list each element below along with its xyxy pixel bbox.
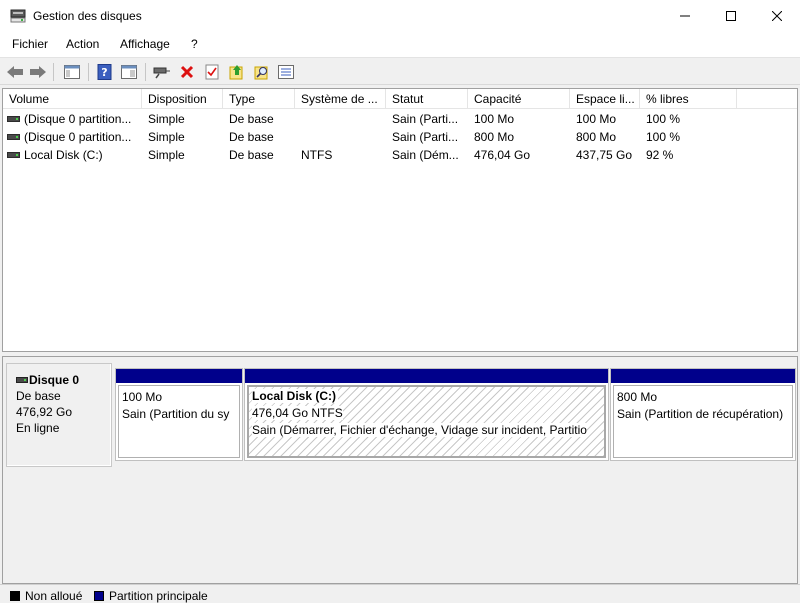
list-row[interactable]: Local Disk (C:) Simple De base NTFS Sain… xyxy=(3,146,797,164)
cell-disposition: Simple xyxy=(148,112,185,126)
column-disposition[interactable]: Disposition xyxy=(142,89,223,109)
window-title: Gestion des disques xyxy=(33,9,142,23)
partition-bar xyxy=(245,369,608,383)
volume-list: Volume Disposition Type Système de ... S… xyxy=(2,88,798,352)
search-icon[interactable] xyxy=(252,62,272,82)
partition-size: 800 Mo xyxy=(617,390,658,404)
maximize-button[interactable] xyxy=(708,0,754,32)
partition-status: Sain (Démarrer, Fichier d'échange, Vidag… xyxy=(252,423,587,437)
cell-percent-free: 100 % xyxy=(646,112,681,126)
forward-arrow-icon[interactable] xyxy=(28,62,48,82)
menu-action[interactable]: Action xyxy=(66,37,99,51)
column-free-space[interactable]: Espace li... xyxy=(570,89,640,109)
console-tree-icon[interactable] xyxy=(62,62,82,82)
cell-type: De base xyxy=(229,148,274,162)
cell-volume: (Disque 0 partition... xyxy=(24,112,132,126)
volume-icon xyxy=(7,115,20,122)
disk-0-info[interactable]: Disque 0 De base 476,92 Go En ligne xyxy=(6,363,112,467)
check-icon[interactable] xyxy=(202,62,222,82)
back-arrow-icon[interactable] xyxy=(5,62,25,82)
column-capacity[interactable]: Capacité xyxy=(468,89,570,109)
close-button[interactable] xyxy=(754,0,800,32)
cell-status: Sain (Dém... xyxy=(392,148,459,162)
cell-volume: Local Disk (C:) xyxy=(24,148,103,162)
partition-bar xyxy=(116,369,242,383)
menu-bar: Fichier Action Affichage ? xyxy=(0,32,800,57)
cell-filesystem: NTFS xyxy=(301,148,333,162)
column-filesystem[interactable]: Système de ... xyxy=(295,89,386,109)
cell-percent-free: 92 % xyxy=(646,148,674,162)
disk-graphical-view: Disque 0 De base 476,92 Go En ligne 100 … xyxy=(2,356,798,584)
volume-icon xyxy=(7,133,20,140)
partition-size: 476,04 Go NTFS xyxy=(252,406,343,420)
partition-bar xyxy=(611,369,795,383)
column-volume[interactable]: Volume xyxy=(3,89,142,109)
close-icon xyxy=(772,11,782,21)
disk-type: De base xyxy=(16,389,61,403)
cell-capacity: 476,04 Go xyxy=(474,148,531,162)
menu-affichage[interactable]: Affichage xyxy=(120,37,170,51)
cell-capacity: 800 Mo xyxy=(474,130,515,144)
toolbar-separator xyxy=(145,63,146,81)
partition-local-disk-c[interactable]: Local Disk (C:) 476,04 Go NTFS Sain (Dém… xyxy=(244,368,609,461)
title-bar: Gestion des disques xyxy=(0,0,800,32)
minimize-button[interactable] xyxy=(662,0,708,32)
toolbar-separator xyxy=(88,63,89,81)
cell-free-space: 437,75 Go xyxy=(576,148,633,162)
toolbar-separator xyxy=(53,63,54,81)
partition-status: Sain (Partition de récupération) xyxy=(617,407,784,421)
legend: Non alloué Partition principale xyxy=(0,584,800,603)
cell-status: Sain (Parti... xyxy=(392,130,459,144)
cell-type: De base xyxy=(229,130,274,144)
export-icon[interactable] xyxy=(227,62,247,82)
column-percent-free[interactable]: % libres xyxy=(640,89,737,109)
cell-type: De base xyxy=(229,112,274,126)
column-status[interactable]: Statut xyxy=(386,89,468,109)
disk-icon xyxy=(16,373,28,387)
pane-splitter[interactable] xyxy=(0,352,800,355)
menu-fichier[interactable]: Fichier xyxy=(12,37,48,51)
cell-percent-free: 100 % xyxy=(646,130,681,144)
list-icon[interactable] xyxy=(276,62,296,82)
list-header: Volume Disposition Type Système de ... S… xyxy=(3,89,797,109)
partition-status: Sain (Partition du sy xyxy=(122,407,230,421)
toolbar: ? xyxy=(0,57,800,85)
partition-name: Local Disk (C:) xyxy=(252,389,339,403)
disk-size: 476,92 Go xyxy=(16,405,73,419)
partition-system[interactable]: 100 Mo Sain (Partition du sy xyxy=(115,368,243,461)
partition-size: 100 Mo xyxy=(122,390,163,404)
cell-volume: (Disque 0 partition... xyxy=(24,130,132,144)
cell-disposition: Simple xyxy=(148,130,185,144)
cell-status: Sain (Parti... xyxy=(392,112,459,126)
legend-swatch-unallocated xyxy=(10,591,20,601)
maximize-icon xyxy=(726,11,736,21)
list-row[interactable]: (Disque 0 partition... Simple De base Sa… xyxy=(3,110,797,128)
delete-icon[interactable] xyxy=(177,62,197,82)
disk-management-icon xyxy=(10,9,26,23)
cell-capacity: 100 Mo xyxy=(474,112,515,126)
cell-free-space: 800 Mo xyxy=(576,130,617,144)
menu-help[interactable]: ? xyxy=(191,37,198,51)
connect-drive-icon[interactable] xyxy=(152,62,172,82)
cell-disposition: Simple xyxy=(148,148,185,162)
legend-swatch-primary xyxy=(94,591,104,601)
help-icon[interactable]: ? xyxy=(95,62,115,82)
column-type[interactable]: Type xyxy=(223,89,295,109)
volume-icon xyxy=(7,151,20,158)
minimize-icon xyxy=(680,15,690,17)
disk-state: En ligne xyxy=(16,421,60,435)
svg-text:?: ? xyxy=(101,66,107,79)
properties-icon[interactable] xyxy=(119,62,139,82)
partition-recovery[interactable]: 800 Mo Sain (Partition de récupération) xyxy=(610,368,796,461)
cell-free-space: 100 Mo xyxy=(576,112,617,126)
disk-name: Disque 0 xyxy=(29,373,80,387)
list-row[interactable]: (Disque 0 partition... Simple De base Sa… xyxy=(3,128,797,146)
